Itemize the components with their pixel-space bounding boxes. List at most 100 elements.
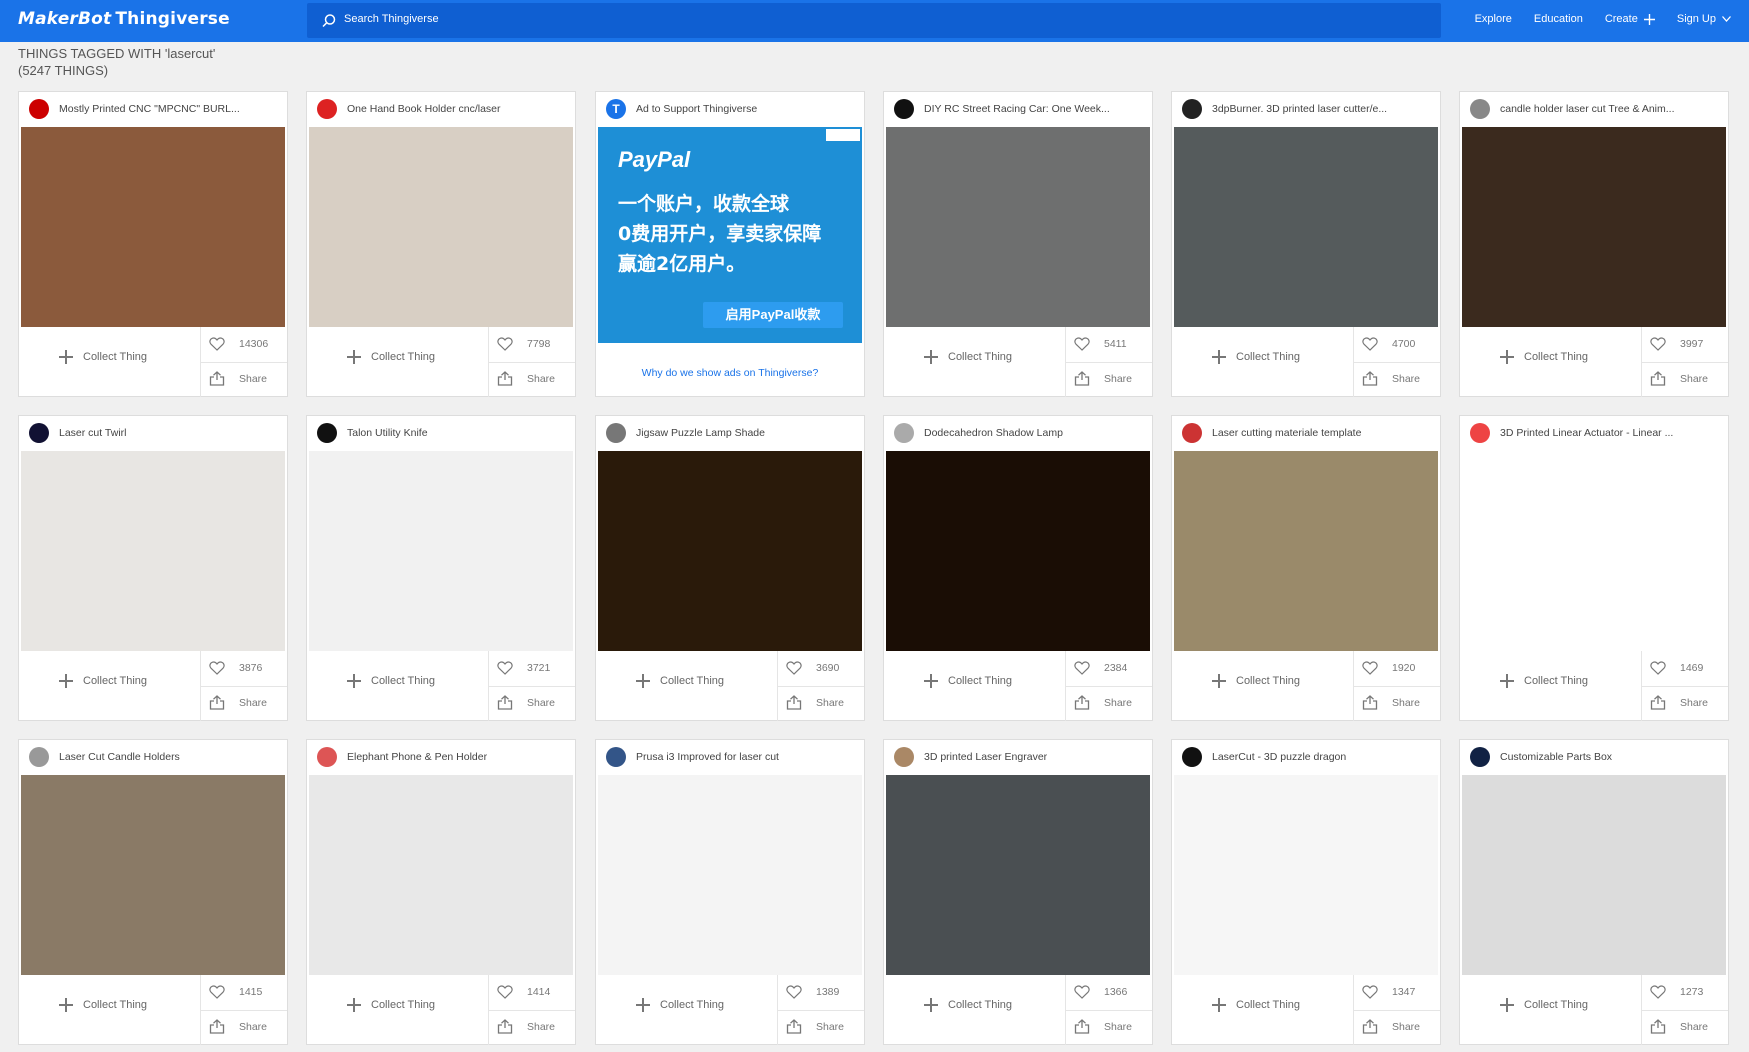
thing-title[interactable]: Dodecahedron Shadow Lamp: [924, 427, 1139, 439]
thing-card[interactable]: Customizable Parts Box Collect Thing 127…: [1459, 739, 1729, 1045]
thing-title[interactable]: DIY RC Street Racing Car: One Week...: [924, 103, 1139, 115]
collect-thing-button[interactable]: Collect Thing: [1500, 674, 1588, 688]
card-header[interactable]: LaserCut - 3D puzzle dragon: [1172, 740, 1440, 774]
avatar[interactable]: [894, 99, 914, 119]
like-button[interactable]: 1469: [1650, 661, 1703, 675]
avatar[interactable]: [317, 423, 337, 443]
paypal-ad-banner[interactable]: PayPal 一个账户，收款全球 0费用开户，享卖家保障 赢逾2亿用户。 启用P…: [598, 127, 862, 343]
card-header[interactable]: Prusa i3 Improved for laser cut: [596, 740, 864, 774]
thing-card[interactable]: DIY RC Street Racing Car: One Week... Co…: [883, 91, 1153, 397]
thing-title[interactable]: Laser cutting materiale template: [1212, 427, 1427, 439]
share-button[interactable]: Share: [497, 1019, 555, 1034]
thing-card[interactable]: Prusa i3 Improved for laser cut Collect …: [595, 739, 865, 1045]
thing-title[interactable]: 3dpBurner. 3D printed laser cutter/e...: [1212, 103, 1427, 115]
card-header[interactable]: Mostly Printed CNC "MPCNC" BURL...: [19, 92, 287, 126]
thing-thumbnail[interactable]: [21, 451, 285, 651]
thing-card[interactable]: Talon Utility Knife Collect Thing 3721 S…: [306, 415, 576, 721]
makerbot-thingiverse-logo[interactable]: MakerBot Thingiverse: [18, 9, 230, 29]
avatar[interactable]: [1182, 99, 1202, 119]
thing-title[interactable]: LaserCut - 3D puzzle dragon: [1212, 751, 1427, 763]
collect-thing-button[interactable]: Collect Thing: [1500, 350, 1588, 364]
thing-thumbnail[interactable]: [21, 775, 285, 975]
avatar[interactable]: [29, 747, 49, 767]
card-header[interactable]: DIY RC Street Racing Car: One Week...: [884, 92, 1152, 126]
avatar[interactable]: [606, 423, 626, 443]
share-button[interactable]: Share: [209, 371, 267, 386]
card-header[interactable]: 3dpBurner. 3D printed laser cutter/e...: [1172, 92, 1440, 126]
search-input[interactable]: Search Thingiverse: [307, 3, 1441, 38]
like-button[interactable]: 1920: [1362, 661, 1415, 675]
card-header[interactable]: Laser Cut Candle Holders: [19, 740, 287, 774]
thing-title[interactable]: Customizable Parts Box: [1500, 751, 1715, 763]
collect-thing-button[interactable]: Collect Thing: [59, 674, 147, 688]
share-button[interactable]: Share: [1650, 1019, 1708, 1034]
like-button[interactable]: 5411: [1074, 337, 1127, 351]
card-header[interactable]: One Hand Book Holder cnc/laser: [307, 92, 575, 126]
avatar[interactable]: [1470, 423, 1490, 443]
avatar[interactable]: [29, 99, 49, 119]
thing-thumbnail[interactable]: [21, 127, 285, 327]
why-ads-link[interactable]: Why do we show ads on Thingiverse?: [596, 367, 864, 379]
like-button[interactable]: 1414: [497, 985, 550, 999]
like-button[interactable]: 4700: [1362, 337, 1415, 351]
card-header[interactable]: Dodecahedron Shadow Lamp: [884, 416, 1152, 450]
share-button[interactable]: Share: [1650, 695, 1708, 710]
share-button[interactable]: Share: [1074, 1019, 1132, 1034]
thing-card[interactable]: One Hand Book Holder cnc/laser Collect T…: [306, 91, 576, 397]
like-button[interactable]: 7798: [497, 337, 550, 351]
share-button[interactable]: Share: [1362, 1019, 1420, 1034]
thing-card[interactable]: Laser cut Twirl Collect Thing 3876 Share: [18, 415, 288, 721]
avatar[interactable]: [1182, 747, 1202, 767]
thing-thumbnail[interactable]: [1462, 127, 1726, 327]
collect-thing-button[interactable]: Collect Thing: [924, 350, 1012, 364]
card-header[interactable]: Elephant Phone & Pen Holder: [307, 740, 575, 774]
collect-thing-button[interactable]: Collect Thing: [1212, 350, 1300, 364]
thing-thumbnail[interactable]: [886, 451, 1150, 651]
share-button[interactable]: Share: [209, 695, 267, 710]
thing-title[interactable]: Jigsaw Puzzle Lamp Shade: [636, 427, 851, 439]
like-button[interactable]: 1389: [786, 985, 839, 999]
collect-thing-button[interactable]: Collect Thing: [924, 674, 1012, 688]
card-header[interactable]: Jigsaw Puzzle Lamp Shade: [596, 416, 864, 450]
card-header[interactable]: Laser cut Twirl: [19, 416, 287, 450]
like-button[interactable]: 1347: [1362, 985, 1415, 999]
share-button[interactable]: Share: [1074, 371, 1132, 386]
like-button[interactable]: 1273: [1650, 985, 1703, 999]
thing-title[interactable]: Laser cut Twirl: [59, 427, 274, 439]
paypal-cta-button[interactable]: 启用PayPal收款: [703, 302, 843, 328]
like-button[interactable]: 3876: [209, 661, 262, 675]
like-button[interactable]: 1415: [209, 985, 262, 999]
thing-card[interactable]: Jigsaw Puzzle Lamp Shade Collect Thing 3…: [595, 415, 865, 721]
nav-sign-up[interactable]: Sign Up: [1677, 13, 1731, 25]
thing-card[interactable]: 3dpBurner. 3D printed laser cutter/e... …: [1171, 91, 1441, 397]
avatar[interactable]: [1182, 423, 1202, 443]
thing-title[interactable]: One Hand Book Holder cnc/laser: [347, 103, 562, 115]
like-button[interactable]: 14306: [209, 337, 268, 351]
thing-card[interactable]: 3D printed Laser Engraver Collect Thing …: [883, 739, 1153, 1045]
adchoices-icon[interactable]: [826, 129, 860, 141]
thing-thumbnail[interactable]: [1174, 127, 1438, 327]
thing-title[interactable]: candle holder laser cut Tree & Anim...: [1500, 103, 1715, 115]
thing-thumbnail[interactable]: [598, 775, 862, 975]
thing-title[interactable]: Mostly Printed CNC "MPCNC" BURL...: [59, 103, 274, 115]
nav-explore[interactable]: Explore: [1475, 13, 1512, 25]
thing-thumbnail[interactable]: [309, 775, 573, 975]
card-header[interactable]: Laser cutting materiale template: [1172, 416, 1440, 450]
avatar[interactable]: [894, 423, 914, 443]
card-header[interactable]: candle holder laser cut Tree & Anim...: [1460, 92, 1728, 126]
like-button[interactable]: 3721: [497, 661, 550, 675]
thing-card[interactable]: Laser cutting materiale template Collect…: [1171, 415, 1441, 721]
card-header[interactable]: Customizable Parts Box: [1460, 740, 1728, 774]
card-header[interactable]: 3D printed Laser Engraver: [884, 740, 1152, 774]
collect-thing-button[interactable]: Collect Thing: [347, 674, 435, 688]
share-button[interactable]: Share: [497, 371, 555, 386]
collect-thing-button[interactable]: Collect Thing: [636, 674, 724, 688]
collect-thing-button[interactable]: Collect Thing: [347, 350, 435, 364]
like-button[interactable]: 1366: [1074, 985, 1127, 999]
thing-title[interactable]: Laser Cut Candle Holders: [59, 751, 274, 763]
collect-thing-button[interactable]: Collect Thing: [1500, 998, 1588, 1012]
collect-thing-button[interactable]: Collect Thing: [636, 998, 724, 1012]
avatar[interactable]: [1470, 99, 1490, 119]
share-button[interactable]: Share: [497, 695, 555, 710]
thing-title[interactable]: 3D Printed Linear Actuator - Linear ...: [1500, 427, 1715, 439]
